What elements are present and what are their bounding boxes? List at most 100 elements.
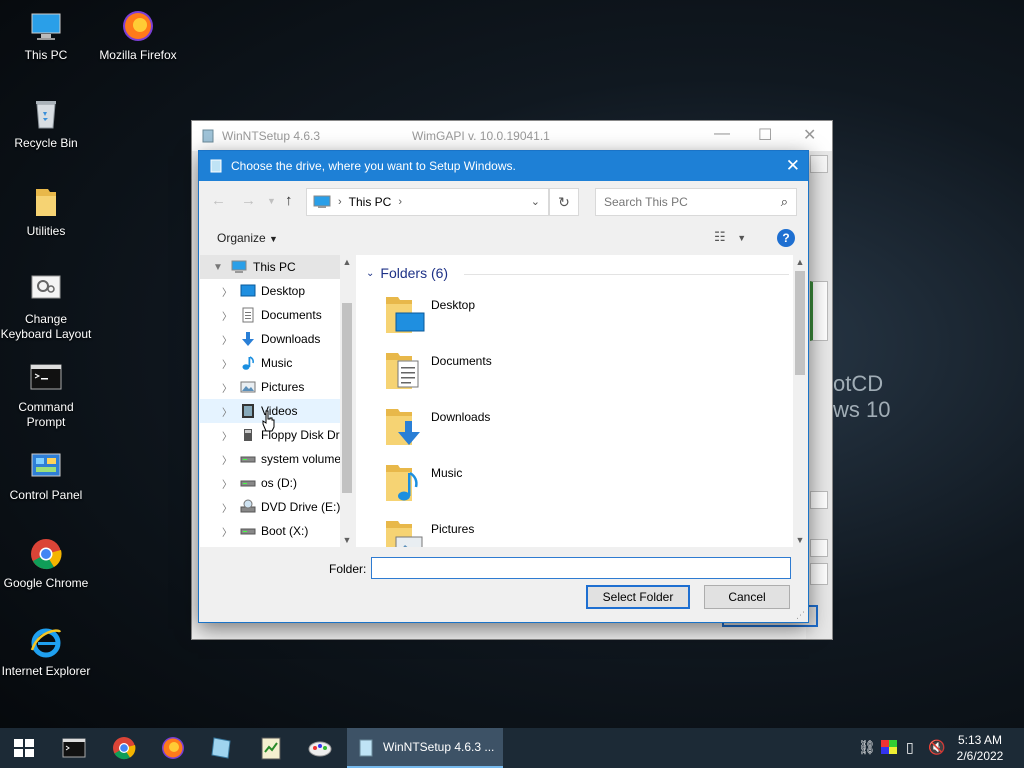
- tree-item-os-d[interactable]: 〉 os (D:): [200, 471, 340, 495]
- chevron-right-icon[interactable]: 〉: [222, 476, 232, 491]
- tree-item-music[interactable]: 〉 Music: [200, 351, 340, 375]
- side-button[interactable]: [810, 563, 828, 585]
- taskbar-clock[interactable]: 5:13 AM 2/6/2022: [950, 732, 1010, 764]
- up-arrow-icon[interactable]: ↑: [285, 192, 293, 209]
- hand-cursor-icon: [262, 410, 275, 432]
- chrome-icon[interactable]: [110, 734, 138, 762]
- select-folder-button[interactable]: Select Folder: [586, 585, 690, 609]
- organize-label: Organize: [217, 231, 266, 245]
- choose-folder-dialog[interactable]: Choose the drive, where you want to Setu…: [198, 150, 809, 623]
- desktop-icon-label: Command Prompt: [18, 400, 74, 429]
- tree-item-label: Documents: [261, 308, 322, 322]
- scroll-down-icon[interactable]: ▼: [793, 535, 807, 545]
- scroll-up-icon[interactable]: ▲: [340, 257, 354, 267]
- desktop-icon-google-chrome[interactable]: Google Chrome: [0, 536, 92, 591]
- volume-muted-icon[interactable]: 🔇: [928, 739, 945, 756]
- desktop-icon-control-panel[interactable]: Control Panel: [0, 448, 92, 503]
- resize-grip-icon[interactable]: ⋰: [796, 610, 805, 621]
- status-strip: [810, 281, 828, 341]
- back-arrow-icon[interactable]: ←: [211, 192, 226, 209]
- content-scrollbar-thumb[interactable]: [795, 271, 805, 375]
- drive-icon[interactable]: [810, 155, 828, 173]
- network-tray-icon[interactable]: ⛓: [858, 739, 876, 756]
- computer-icon: [313, 195, 331, 208]
- scroll-down-icon[interactable]: ▼: [340, 535, 354, 545]
- tree-scrollbar[interactable]: ▲ ▼: [340, 255, 354, 547]
- tree-item-pictures[interactable]: 〉 Pictures: [200, 375, 340, 399]
- tree-item-desktop[interactable]: 〉 Desktop: [200, 279, 340, 303]
- folder-icon: [36, 189, 56, 216]
- chevron-right-icon[interactable]: 〉: [222, 428, 232, 443]
- folder-item-pictures[interactable]: Pictures: [384, 519, 684, 547]
- search-icon[interactable]: ⌕: [781, 189, 788, 215]
- disk-image-icon[interactable]: [208, 734, 236, 762]
- desktop-icon-command-prompt[interactable]: Command Prompt: [0, 360, 92, 430]
- forward-arrow-icon[interactable]: →: [241, 192, 256, 209]
- breadcrumb-separator-icon: ›: [338, 196, 342, 208]
- chevron-right-icon[interactable]: 〉: [222, 332, 232, 347]
- desktop-icon-this-pc[interactable]: This PC: [0, 8, 92, 63]
- chevron-down-icon[interactable]: ▼: [213, 262, 223, 273]
- desktop-icon-firefox[interactable]: Mozilla Firefox: [92, 8, 184, 63]
- recent-locations-icon[interactable]: ▼: [267, 196, 276, 206]
- close-icon[interactable]: ✕: [786, 156, 800, 176]
- address-bar[interactable]: › This PC › ⌄: [306, 188, 549, 216]
- folders-group-header[interactable]: ⌄ Folders (6): [366, 265, 789, 281]
- search-box[interactable]: Search This PC ⌕: [595, 188, 797, 216]
- refresh-button[interactable]: ↻: [549, 188, 579, 216]
- scroll-up-icon[interactable]: ▲: [793, 257, 807, 267]
- navigation-tree[interactable]: ▼ This PC 〉 Desktop 〉 Documents 〉 Downlo…: [200, 255, 354, 547]
- chevron-right-icon[interactable]: 〉: [222, 524, 232, 539]
- chevron-down-icon[interactable]: ⌄: [366, 268, 374, 279]
- notepad-icon[interactable]: [257, 734, 285, 762]
- usb-tray-icon[interactable]: ▯: [906, 739, 914, 756]
- desktop-icon-recycle-bin[interactable]: Recycle Bin: [0, 96, 92, 151]
- tree-item-documents[interactable]: 〉 Documents: [200, 303, 340, 327]
- taskbar-winntsetup[interactable]: WinNTSetup 4.6.3 ...: [347, 728, 503, 768]
- winntsetup-title-bar[interactable]: WinNTSetup 4.6.3 WimGAPI v. 10.0.19041.1…: [192, 121, 832, 151]
- chevron-right-icon[interactable]: 〉: [222, 452, 232, 467]
- chevron-right-icon[interactable]: 〉: [222, 500, 232, 515]
- desktop-icon-utilities[interactable]: Utilities: [0, 184, 92, 239]
- chevron-right-icon[interactable]: 〉: [222, 380, 232, 395]
- chevron-right-icon[interactable]: 〉: [222, 284, 232, 299]
- content-scrollbar[interactable]: ▲ ▼: [793, 255, 807, 547]
- desktop-icon-internet-explorer[interactable]: Internet Explorer: [0, 624, 92, 679]
- folder-input[interactable]: [371, 557, 791, 579]
- windows-start-icon[interactable]: [10, 734, 38, 762]
- breadcrumb-this-pc[interactable]: This PC: [349, 195, 392, 209]
- chevron-down-icon[interactable]: ⌄: [531, 195, 540, 208]
- folder-item-downloads[interactable]: Downloads: [384, 407, 684, 463]
- tree-item-downloads[interactable]: 〉 Downloads: [200, 327, 340, 351]
- display-tray-icon[interactable]: [881, 740, 897, 754]
- organize-button[interactable]: Organize ▼: [217, 231, 278, 245]
- folder-item-documents[interactable]: Documents: [384, 351, 684, 407]
- dialog-title-bar[interactable]: Choose the drive, where you want to Setu…: [199, 151, 808, 181]
- cancel-button[interactable]: Cancel: [704, 585, 790, 609]
- computer-icon: [31, 13, 61, 40]
- chevron-right-icon[interactable]: 〉: [222, 308, 232, 323]
- chevron-right-icon[interactable]: 〉: [222, 356, 232, 371]
- tree-scrollbar-thumb[interactable]: [342, 303, 352, 493]
- help-icon[interactable]: ?: [777, 229, 795, 247]
- folder-item-music[interactable]: Music: [384, 463, 684, 519]
- change-view-button[interactable]: ☷ ▼: [714, 229, 746, 245]
- firefox-icon[interactable]: [159, 734, 187, 762]
- terminal-icon[interactable]: [60, 734, 88, 762]
- clock-time: 5:13 AM: [957, 733, 1003, 747]
- minimize-icon[interactable]: —: [714, 125, 730, 143]
- desktop-icon-change-keyboard-layout[interactable]: Change Keyboard Layout: [0, 272, 92, 342]
- chevron-right-icon[interactable]: 〉: [222, 404, 232, 419]
- tree-item-dvd-drive[interactable]: 〉 DVD Drive (E:) I: [200, 495, 347, 519]
- side-button[interactable]: [810, 491, 828, 509]
- breadcrumb-separator-icon[interactable]: ›: [398, 196, 402, 208]
- tree-item-this-pc[interactable]: ▼ This PC: [200, 255, 340, 279]
- side-button[interactable]: [810, 539, 828, 557]
- maximize-icon[interactable]: ☐: [758, 125, 772, 145]
- tree-item-system-volume[interactable]: 〉 system volume: [200, 447, 341, 471]
- folder-content-pane[interactable]: ⌄ Folders (6) Desktop Documents Download…: [356, 255, 807, 547]
- close-icon[interactable]: ✕: [803, 125, 816, 145]
- tree-item-boot-x[interactable]: 〉 Boot (X:): [200, 519, 340, 543]
- paint-tool-icon[interactable]: [306, 734, 334, 762]
- folder-item-desktop[interactable]: Desktop: [384, 295, 684, 351]
